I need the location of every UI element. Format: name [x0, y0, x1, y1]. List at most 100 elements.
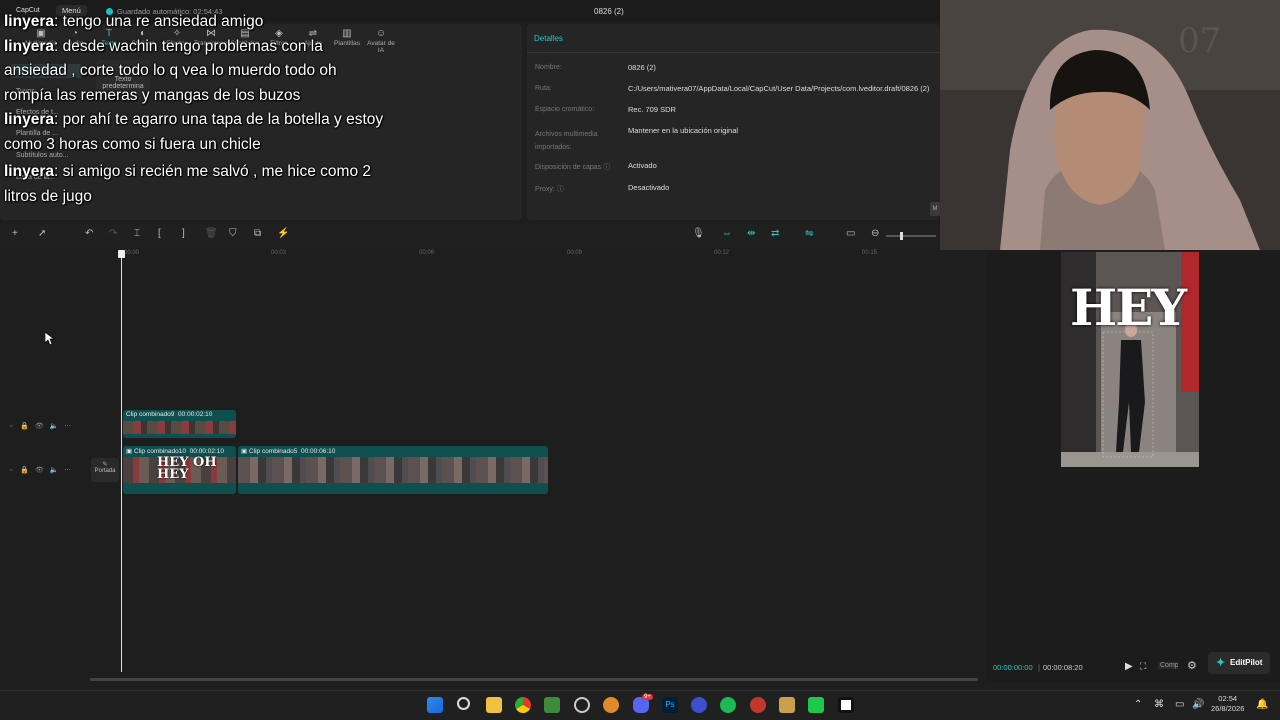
- svg-text:07: 07: [1178, 21, 1221, 61]
- volume-icon[interactable]: 🔊: [1192, 699, 1204, 710]
- select-tool-icon[interactable]: ➚: [38, 228, 46, 239]
- chat-user: linyera: [4, 111, 54, 128]
- chat-message: linyera: si amigo si recién me salvó , m…: [4, 160, 376, 209]
- trim-left-icon[interactable]: [: [158, 228, 161, 239]
- chat-user: linyera: [4, 37, 54, 55]
- cover-button[interactable]: ✎ Portada: [91, 458, 119, 482]
- xbox-icon[interactable]: [544, 697, 560, 713]
- split-icon[interactable]: ⌶: [134, 228, 140, 239]
- trim-right-icon[interactable]: ]: [182, 228, 185, 239]
- clip-duration: 00:00:06:10: [301, 448, 336, 455]
- track-controls: ▫ 🔒 👁 🔈 ⋯: [10, 466, 71, 474]
- editpilot-label: EditPilot: [1230, 658, 1263, 667]
- capcut-window: CapCut Menú Guardado automático: 02:54:4…: [0, 0, 1280, 690]
- timeline-ruler: 00:00 00:03 00:06 00:09 00:12 00:15: [90, 248, 940, 262]
- network-icon[interactable]: ▭: [1175, 699, 1184, 710]
- ruler-tick: 00:09: [567, 250, 583, 256]
- snap-icon[interactable]: ⇄: [771, 228, 779, 239]
- undo-icon[interactable]: ↶: [85, 228, 93, 239]
- clip-combined-icon: ▣: [241, 448, 248, 455]
- clip-combinado5[interactable]: ▣ Clip combinado5 00:00:06:10: [238, 446, 548, 494]
- speaker-icon[interactable]: 🔈: [50, 423, 59, 430]
- notification-badge: 9+: [642, 694, 653, 700]
- preview-overlay-text: HEY: [1070, 278, 1187, 337]
- zoom-out-icon[interactable]: ⊖: [871, 228, 879, 239]
- detail-key: Nombre:: [535, 64, 562, 71]
- bell-icon[interactable]: 🔔: [1256, 699, 1268, 710]
- green-app-icon[interactable]: [808, 697, 824, 713]
- lock-icon[interactable]: 🔒: [20, 423, 29, 430]
- fl-studio-icon[interactable]: [603, 697, 619, 713]
- lock-icon[interactable]: 🔒: [20, 467, 29, 474]
- shield-icon[interactable]: ⛉: [229, 228, 237, 239]
- fit-icon[interactable]: ▭: [846, 228, 855, 239]
- ratio-button[interactable]: Comp.: [1158, 662, 1178, 669]
- redo-icon[interactable]: ↷: [109, 228, 117, 239]
- chat-text: : si amigo si recién me salvó , me hice …: [4, 163, 371, 205]
- speaker-icon[interactable]: 🔈: [50, 467, 59, 474]
- clip-duration: 00:00:02:10: [178, 411, 213, 418]
- obs-icon[interactable]: [574, 697, 590, 713]
- link-icon[interactable]: ⇔: [722, 228, 732, 239]
- details-toggle[interactable]: M: [930, 202, 940, 216]
- detail-key: Proxy: ⓘ: [535, 186, 564, 193]
- settings-icon[interactable]: ⚙: [1187, 659, 1197, 672]
- tray-app-icon[interactable]: ⌘: [1154, 699, 1164, 710]
- pencil-icon: ✎: [102, 462, 108, 468]
- microphone-icon[interactable]: 🎙: [692, 228, 705, 239]
- cover-label: Portada: [94, 468, 116, 474]
- clip-combinado9[interactable]: Clip combinado9 00:00:02:10: [123, 410, 236, 438]
- track-toggle-icon[interactable]: ▫: [10, 467, 12, 474]
- clip-combinado10[interactable]: ▣ Clip combinado10 00:00:02:10 HEY OH HE…: [123, 446, 236, 494]
- track-toggle-icon[interactable]: ▫: [10, 423, 12, 430]
- windows-start-icon[interactable]: [427, 697, 443, 713]
- fullscreen-icon[interactable]: ⛶: [1140, 661, 1146, 672]
- playhead[interactable]: [118, 250, 125, 672]
- magnet-icon[interactable]: ⇹: [747, 228, 755, 239]
- timeline-scrollbar[interactable]: [90, 678, 978, 681]
- crop-icon[interactable]: ⧉: [254, 228, 261, 239]
- chevron-up-icon[interactable]: ⌃: [1134, 699, 1142, 710]
- mouse-cursor-icon: [45, 332, 55, 346]
- ruler-tick: 00:06: [419, 250, 435, 256]
- detail-value: Mantener en la ubicación original: [628, 126, 739, 135]
- zoom-slider-handle[interactable]: [900, 232, 903, 240]
- file-explorer-icon[interactable]: [486, 697, 502, 713]
- project-title: 0826 (2): [594, 7, 624, 16]
- photoshop-icon[interactable]: Ps: [662, 697, 678, 713]
- webcam-image: 07: [940, 0, 1280, 250]
- add-track-icon[interactable]: +: [12, 228, 18, 239]
- spotify-icon[interactable]: [720, 697, 736, 713]
- chrome-icon[interactable]: [515, 697, 531, 713]
- detail-key: Archivos multimedia importados:: [535, 131, 598, 151]
- vpn-icon[interactable]: [691, 697, 707, 713]
- zoom-slider[interactable]: [886, 232, 936, 240]
- clock-time: 02:54: [1218, 694, 1238, 703]
- league-icon[interactable]: [779, 697, 795, 713]
- track-controls: ▫ 🔒 👁 🔈 ⋯: [10, 422, 71, 430]
- detail-key: Espacio cromático:: [535, 106, 595, 113]
- more-icon[interactable]: ⋯: [64, 423, 71, 430]
- capcut-taskbar-icon[interactable]: [838, 697, 854, 713]
- clip-name: Clip combinado9: [126, 411, 175, 418]
- clip-name: Clip combinado10: [133, 448, 187, 455]
- chat-user: linyera: [4, 13, 54, 30]
- detail-value: C:/Users/mativera07/AppData/Local/CapCut…: [628, 84, 930, 93]
- eye-icon[interactable]: 👁: [35, 423, 44, 430]
- current-time: 00:00:00:00: [993, 663, 1033, 672]
- ruler-tick: 00:12: [714, 250, 730, 256]
- search-icon[interactable]: [457, 697, 470, 710]
- preview-axis-icon[interactable]: ⇋: [805, 228, 813, 239]
- editpilot-button[interactable]: ✦ EditPilot: [1208, 652, 1270, 674]
- play-icon[interactable]: ▶: [1125, 661, 1133, 672]
- delete-icon[interactable]: 🗑: [205, 228, 218, 239]
- preview-frame: HEY: [1061, 252, 1199, 467]
- eye-icon[interactable]: 👁: [35, 467, 44, 474]
- editpilot-icon: ✦: [1216, 657, 1226, 669]
- chat-text: : desde wachin tengo problemas con la an…: [4, 37, 337, 104]
- app-red-icon[interactable]: [750, 697, 766, 713]
- magic-icon[interactable]: ⚡: [277, 228, 289, 239]
- more-icon[interactable]: ⋯: [64, 467, 71, 474]
- chat-message: linyera: desde wachin tengo problemas co…: [4, 35, 349, 109]
- taskbar-clock[interactable]: 02:54 26/8/2026: [1211, 694, 1244, 714]
